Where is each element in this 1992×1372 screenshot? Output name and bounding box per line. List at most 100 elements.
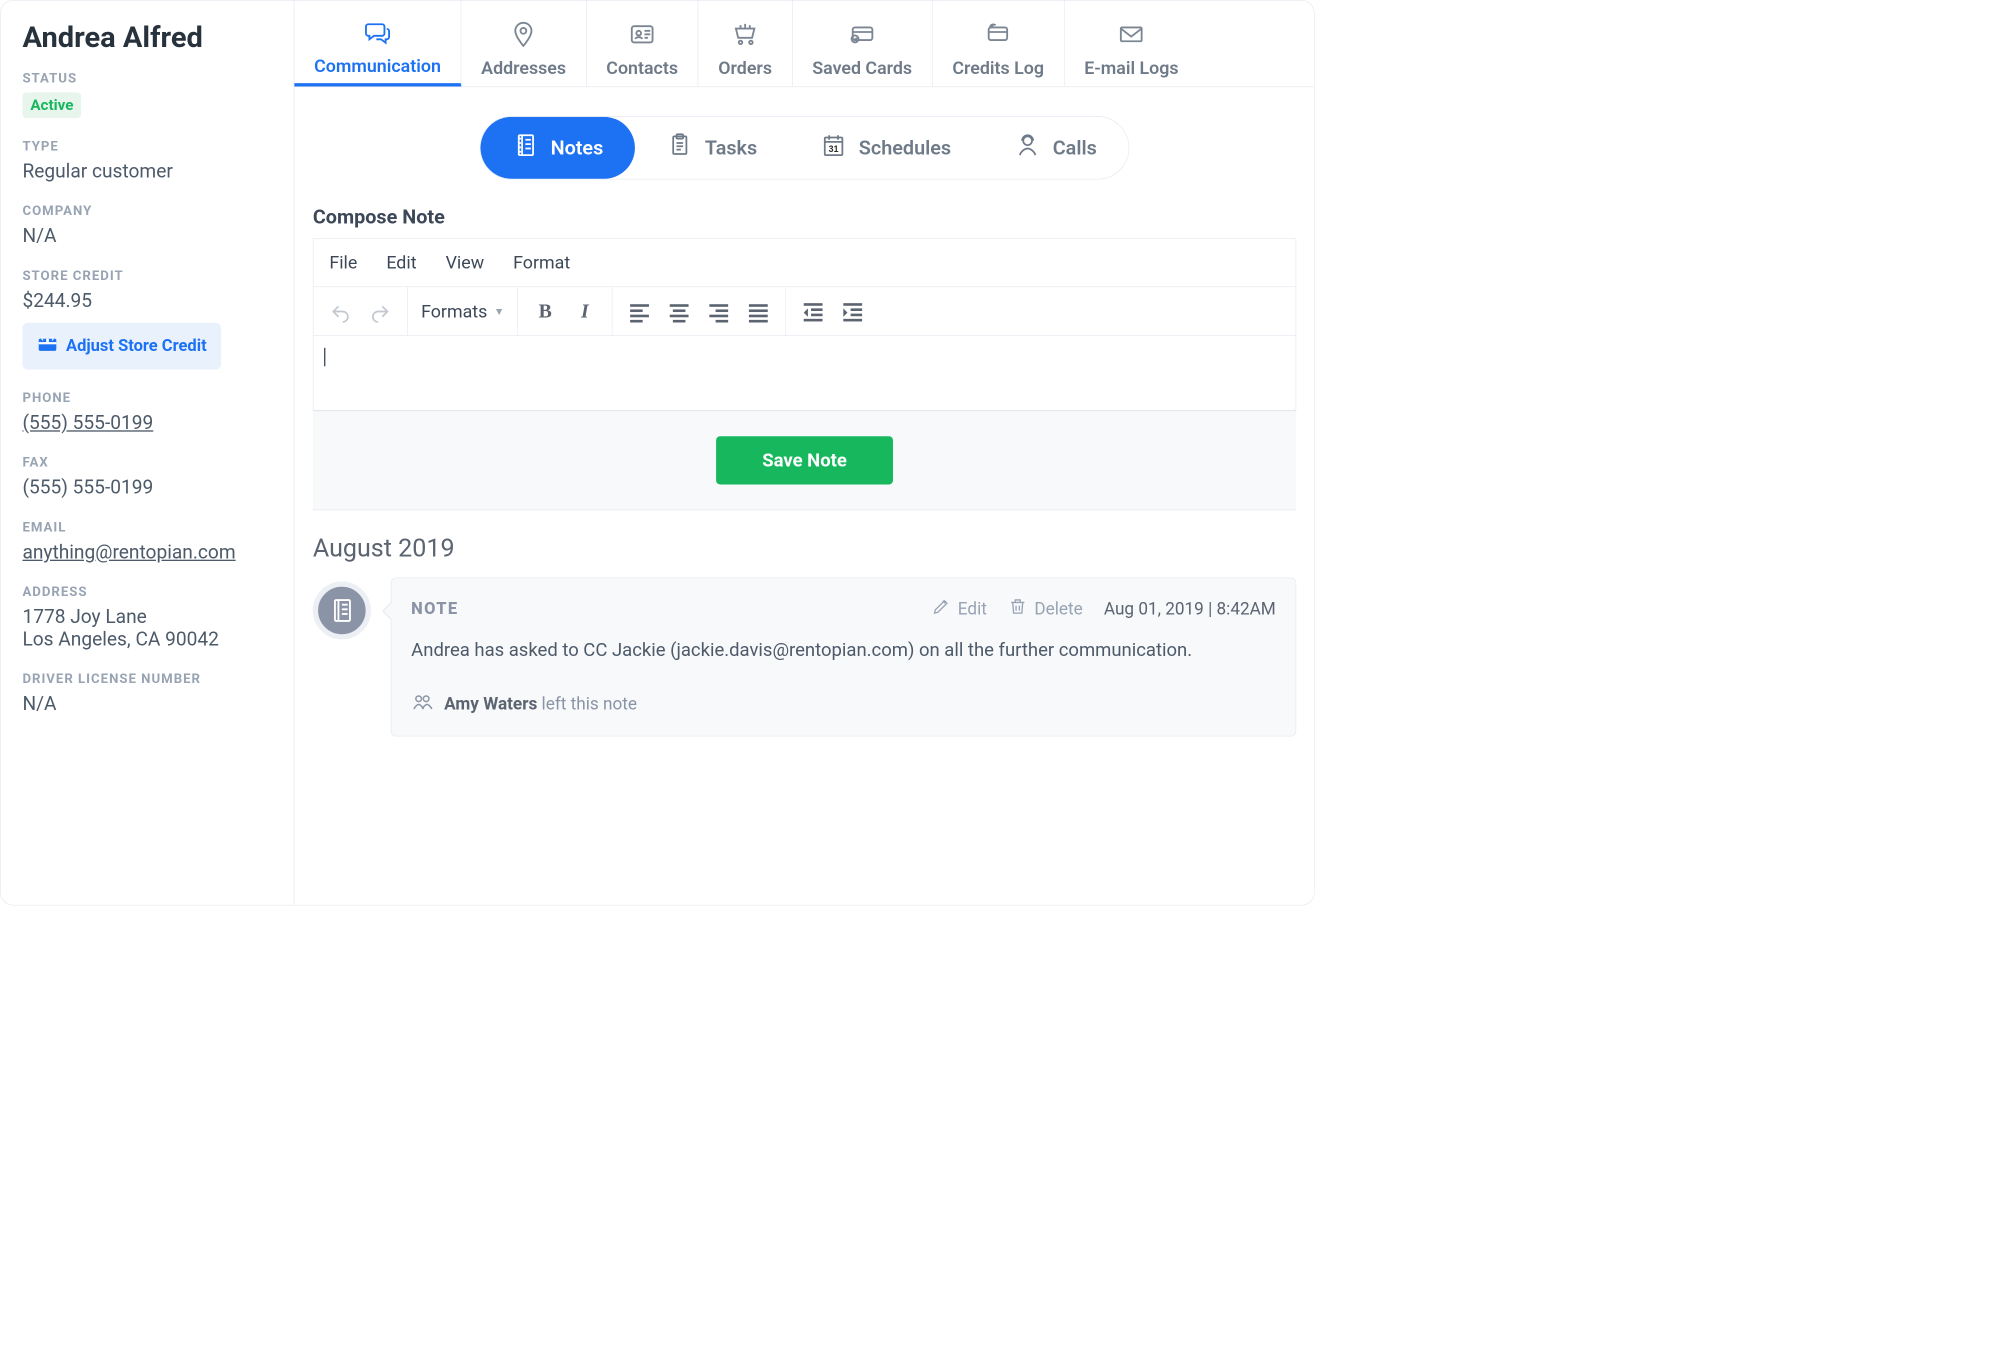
address-line1: 1778 Joy Lane — [22, 606, 271, 628]
pill-schedules-label: Schedules — [859, 136, 951, 159]
communication-subnav: Notes Tasks 31 Schedules — [480, 116, 1129, 179]
menu-format[interactable]: Format — [513, 252, 570, 273]
notes-icon — [512, 132, 538, 164]
type-value: Regular customer — [22, 160, 271, 182]
status-label: STATUS — [22, 70, 271, 86]
tab-saved-cards[interactable]: Saved Cards — [792, 0, 932, 86]
users-icon — [411, 691, 433, 718]
top-tabs: Communication Addresses Contacts Orders — [294, 0, 1314, 87]
tab-communication-label: Communication — [314, 55, 441, 76]
tab-credits-log[interactable]: Credits Log — [933, 0, 1065, 86]
editor-toolbar: Formats ▼ B I — [314, 287, 1296, 336]
note-card: NOTE Edit — [391, 578, 1297, 737]
fax-label: FAX — [22, 454, 271, 470]
editor-menubar: File Edit View Format — [314, 239, 1296, 287]
agent-icon — [1014, 132, 1040, 164]
undo-icon[interactable] — [328, 299, 353, 324]
email-label: EMAIL — [22, 519, 271, 535]
id-card-icon — [628, 20, 656, 48]
pill-schedules[interactable]: 31 Schedules — [789, 117, 983, 179]
main-panel: Communication Addresses Contacts Orders — [294, 0, 1314, 906]
note-type-label: NOTE — [411, 599, 458, 618]
dl-value: N/A — [22, 693, 271, 715]
note-editor: File Edit View Format For — [313, 238, 1296, 410]
note-textarea[interactable] — [314, 336, 1296, 410]
phone-value[interactable]: (555) 555-0199 — [22, 412, 271, 434]
phone-label: PHONE — [22, 389, 271, 405]
customer-sidebar: Andrea Alfred STATUS Active TYPE Regular… — [0, 0, 294, 906]
tab-email-logs[interactable]: E-mail Logs — [1064, 0, 1198, 86]
formats-dropdown[interactable]: Formats ▼ — [408, 287, 518, 335]
tab-addresses-label: Addresses — [481, 57, 566, 78]
pill-tasks-label: Tasks — [705, 136, 757, 159]
pill-calls[interactable]: Calls — [983, 117, 1129, 179]
menu-view[interactable]: View — [446, 252, 485, 273]
align-right-icon[interactable] — [706, 299, 731, 324]
compose-note-title: Compose Note — [313, 206, 1296, 229]
note-author: Amy Waters — [444, 694, 537, 714]
save-note-button[interactable]: Save Note — [716, 436, 893, 484]
italic-icon[interactable]: I — [572, 299, 597, 324]
tab-contacts[interactable]: Contacts — [587, 0, 699, 86]
email-value[interactable]: anything@rentopian.com — [22, 541, 271, 563]
outdent-icon[interactable] — [801, 299, 826, 324]
timeline-marker — [313, 578, 371, 643]
delete-label: Delete — [1034, 599, 1082, 619]
address-label: ADDRESS — [22, 583, 271, 599]
tab-orders[interactable]: Orders — [698, 0, 792, 86]
edit-note-button[interactable]: Edit — [931, 597, 986, 621]
note-footer: Amy Waters left this note — [411, 691, 1276, 718]
company-label: COMPANY — [22, 203, 271, 219]
gift-card-icon — [37, 333, 58, 359]
indent-icon[interactable] — [840, 299, 865, 324]
address-line2: Los Angeles, CA 90042 — [22, 628, 271, 650]
customer-name: Andrea Alfred — [22, 20, 271, 54]
formats-label: Formats — [421, 301, 487, 322]
chat-icon — [364, 18, 392, 46]
refresh-card-icon — [984, 20, 1012, 48]
menu-file[interactable]: File — [329, 252, 357, 273]
tab-email-logs-label: E-mail Logs — [1084, 57, 1178, 78]
note-left-text: left this note — [537, 694, 637, 714]
tab-saved-cards-label: Saved Cards — [812, 57, 912, 78]
tab-communication[interactable]: Communication — [294, 0, 461, 86]
timeline-note-icon — [313, 581, 371, 639]
month-heading: August 2019 — [313, 534, 1296, 563]
align-left-icon[interactable] — [627, 299, 652, 324]
cart-icon — [731, 20, 759, 48]
adjust-store-credit-label: Adjust Store Credit — [66, 337, 207, 356]
status-badge: Active — [22, 92, 81, 118]
store-credit-value: $244.95 — [22, 290, 271, 312]
pill-tasks[interactable]: Tasks — [635, 117, 789, 179]
store-credit-label: STORE CREDIT — [22, 267, 271, 283]
bold-icon[interactable]: B — [533, 299, 558, 324]
align-justify-icon[interactable] — [746, 299, 771, 324]
note-timestamp: Aug 01, 2019 | 8:42AM — [1104, 599, 1276, 619]
pill-notes-label: Notes — [551, 136, 604, 159]
svg-text:31: 31 — [829, 144, 839, 154]
company-value: N/A — [22, 225, 271, 247]
chevron-down-icon: ▼ — [494, 305, 504, 318]
save-row: Save Note — [313, 411, 1296, 511]
card-check-icon — [848, 20, 876, 48]
pill-notes[interactable]: Notes — [481, 117, 635, 179]
delete-note-button[interactable]: Delete — [1008, 597, 1083, 621]
pencil-icon — [931, 597, 951, 621]
fax-value: (555) 555-0199 — [22, 477, 271, 499]
trash-icon — [1008, 597, 1028, 621]
tab-contacts-label: Contacts — [606, 57, 678, 78]
redo-icon[interactable] — [368, 299, 393, 324]
tasks-icon — [667, 132, 693, 164]
tab-addresses[interactable]: Addresses — [461, 0, 586, 86]
edit-label: Edit — [958, 599, 987, 619]
menu-edit[interactable]: Edit — [386, 252, 416, 273]
envelope-icon — [1118, 20, 1146, 48]
pill-calls-label: Calls — [1053, 136, 1097, 159]
dl-label: DRIVER LICENSE NUMBER — [22, 671, 271, 687]
align-center-icon[interactable] — [667, 299, 692, 324]
note-body: Andrea has asked to CC Jackie (jackie.da… — [411, 636, 1276, 665]
tab-orders-label: Orders — [718, 57, 772, 78]
adjust-store-credit-button[interactable]: Adjust Store Credit — [22, 323, 221, 370]
pin-icon — [510, 20, 538, 48]
calendar-icon: 31 — [821, 132, 847, 164]
